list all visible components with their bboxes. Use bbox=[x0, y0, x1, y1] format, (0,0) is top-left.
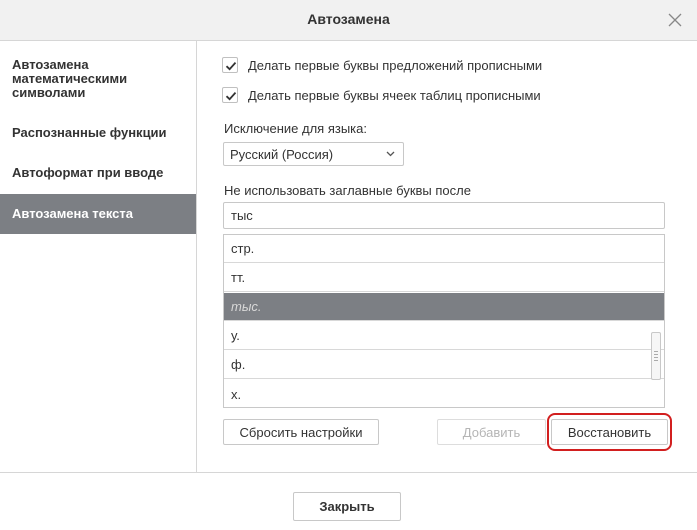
checkmark-icon bbox=[225, 62, 237, 71]
checkmark-icon bbox=[225, 92, 237, 101]
reset-settings-button[interactable]: Сбросить настройки bbox=[223, 419, 379, 445]
sidebar-item-autoformat[interactable]: Автоформат при вводе bbox=[0, 157, 196, 189]
option-capitalize-table-cells: Делать первые буквы ячеек таблиц прописн… bbox=[222, 87, 541, 103]
title-bar: Автозамена bbox=[0, 0, 697, 41]
language-exception-label: Исключение для языка: bbox=[224, 121, 367, 136]
sidebar-item-label: Автозамена математическими символами bbox=[12, 57, 128, 100]
close-button[interactable]: Закрыть bbox=[293, 492, 401, 521]
sidebar-item-label: Автозамена текста bbox=[12, 206, 133, 221]
option-capitalize-sentences: Делать первые буквы предложений прописны… bbox=[222, 57, 542, 73]
scrollbar-grip bbox=[654, 354, 658, 355]
autocorrect-dialog: Автозамена Автозамена математическими си… bbox=[0, 0, 697, 530]
list-item[interactable]: ф. bbox=[224, 351, 664, 379]
sidebar-item-math-autocorrect[interactable]: Автозамена математическими символами bbox=[0, 54, 196, 104]
capitalize-table-cells-label: Делать первые буквы ячеек таблиц прописн… bbox=[248, 87, 541, 103]
capitalize-sentences-checkbox[interactable] bbox=[222, 57, 238, 73]
scrollbar-grip bbox=[654, 357, 658, 358]
list-item[interactable]: х. bbox=[224, 380, 664, 407]
sidebar-item-label: Распознанные функции bbox=[12, 125, 167, 140]
capitalize-table-cells-checkbox[interactable] bbox=[222, 87, 238, 103]
sidebar-item-recognized-functions[interactable]: Распознанные функции bbox=[0, 117, 196, 149]
restore-button[interactable]: Восстановить bbox=[551, 419, 668, 445]
sidebar-item-text-autocorrect[interactable]: Автозамена текста bbox=[0, 194, 196, 234]
close-icon[interactable] bbox=[666, 11, 684, 29]
language-select-value: Русский (Россия) bbox=[230, 146, 334, 162]
capitalize-sentences-label: Делать первые буквы предложений прописны… bbox=[248, 57, 543, 73]
scrollbar-grip bbox=[654, 351, 658, 352]
exceptions-label: Не использовать заглавные буквы после bbox=[224, 183, 471, 198]
sidebar-item-label: Автоформат при вводе bbox=[12, 165, 164, 180]
list-item[interactable]: у. bbox=[224, 322, 664, 350]
scrollbar-grip bbox=[654, 360, 658, 361]
settings-panel: Делать первые буквы предложений прописны… bbox=[198, 41, 697, 472]
list-item[interactable]: стр. bbox=[224, 235, 664, 263]
language-select[interactable]: Русский (Россия) bbox=[223, 142, 404, 166]
sidebar: Автозамена математическими символами Рас… bbox=[0, 41, 197, 472]
list-item[interactable]: тт. bbox=[224, 264, 664, 292]
chevron-down-icon bbox=[386, 151, 395, 157]
dialog-title: Автозамена bbox=[307, 11, 390, 27]
add-button[interactable]: Добавить bbox=[437, 419, 546, 445]
dialog-footer: Закрыть bbox=[0, 472, 697, 530]
exception-input[interactable] bbox=[223, 202, 665, 229]
list-scrollbar[interactable] bbox=[651, 332, 661, 380]
exceptions-list[interactable]: стр. тт. тыс. у. ф. х. bbox=[223, 234, 665, 408]
list-item-selected[interactable]: тыс. bbox=[224, 293, 664, 321]
